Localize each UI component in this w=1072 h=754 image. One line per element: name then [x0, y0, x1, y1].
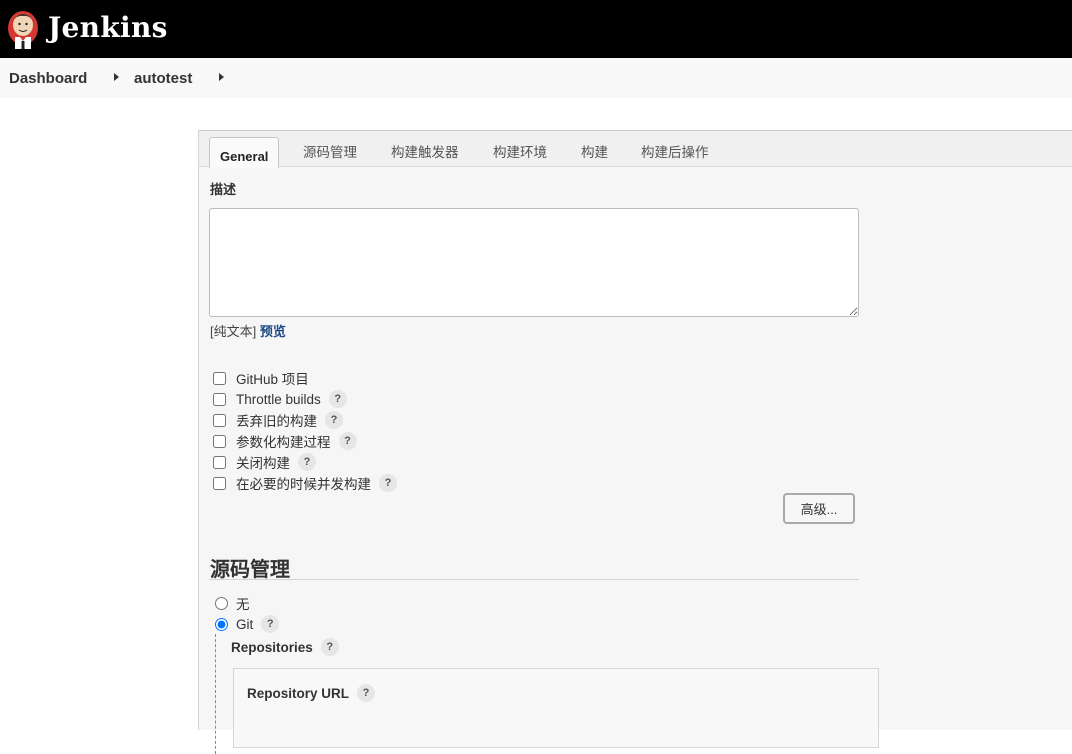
breadcrumb-autotest[interactable]: autotest	[134, 70, 192, 87]
jenkins-butler-icon[interactable]	[6, 8, 40, 50]
help-icon[interactable]: ?	[379, 474, 397, 492]
option-label: Throttle builds	[236, 391, 321, 407]
help-icon[interactable]: ?	[338, 432, 357, 450]
config-panel: General 源码管理 构建触发器 构建环境 构建 构建后操作 描述 [纯文本…	[198, 130, 1072, 754]
repositories-label-text: Repositories	[231, 639, 313, 655]
advanced-button[interactable]: 高级...	[783, 493, 855, 524]
plain-text-label: [纯文本]	[210, 324, 257, 339]
breadcrumb-chevron-icon[interactable]	[219, 73, 224, 81]
option-disable-build[interactable]: 关闭构建 ?	[213, 453, 316, 471]
option-github-project[interactable]: GitHub 项目	[213, 369, 309, 387]
option-label: GitHub 项目	[236, 372, 309, 387]
concurrent-builds-checkbox[interactable]	[213, 476, 226, 490]
help-icon[interactable]: ?	[320, 638, 339, 656]
description-label: 描述	[210, 182, 237, 197]
breadcrumb-dashboard[interactable]: Dashboard	[9, 70, 87, 87]
github-project-checkbox[interactable]	[213, 371, 226, 385]
option-parameterized-build[interactable]: 参数化构建过程 ?	[213, 432, 357, 450]
tab-post-build-actions[interactable]: 构建后操作	[641, 141, 709, 161]
config-tab-bar: General 源码管理 构建触发器 构建环境 构建 构建后操作	[199, 131, 1072, 168]
header-bar: Jenkins	[0, 0, 1072, 58]
breadcrumb: Dashboard autotest	[0, 58, 1072, 98]
section-divider	[209, 579, 859, 580]
repository-url-label: Repository URL ?	[247, 684, 376, 702]
option-label: 参数化构建过程	[236, 435, 331, 450]
option-discard-old-builds[interactable]: 丢弃旧的构建 ?	[213, 411, 343, 429]
option-label: 丢弃旧的构建	[236, 414, 317, 429]
parameterized-build-checkbox[interactable]	[213, 434, 226, 448]
description-textarea[interactable]	[209, 208, 859, 317]
repositories-label: Repositories ?	[231, 638, 339, 656]
scm-section-heading: 源码管理	[210, 559, 290, 581]
git-section-guide-line	[215, 634, 216, 754]
option-concurrent-builds[interactable]: 在必要的时候并发构建 ?	[213, 474, 397, 492]
tab-general[interactable]: General	[209, 137, 280, 168]
help-icon[interactable]: ?	[357, 684, 376, 702]
description-format-line: [纯文本] 预览	[210, 321, 286, 340]
scm-option-git[interactable]: Git ?	[215, 615, 280, 633]
scm-option-none[interactable]: 无	[215, 594, 250, 612]
throttle-builds-checkbox[interactable]	[213, 392, 226, 406]
repository-url-label-text: Repository URL	[247, 685, 350, 701]
tab-source-code-management[interactable]: 源码管理	[303, 141, 357, 161]
scm-git-radio[interactable]	[215, 617, 228, 631]
radio-label: 无	[236, 597, 250, 612]
help-icon[interactable]: ?	[325, 411, 343, 429]
option-label: 关闭构建	[236, 456, 290, 471]
option-label: 在必要的时候并发构建	[236, 477, 371, 492]
disable-build-checkbox[interactable]	[213, 455, 226, 469]
help-icon[interactable]: ?	[298, 453, 316, 471]
tab-build-environment[interactable]: 构建环境	[493, 141, 547, 161]
scm-none-radio[interactable]	[215, 596, 228, 610]
tab-build-triggers[interactable]: 构建触发器	[391, 141, 459, 161]
help-icon[interactable]: ?	[261, 615, 280, 633]
repository-box: Repository URL ?	[233, 668, 879, 748]
help-icon[interactable]: ?	[328, 390, 347, 408]
preview-link[interactable]: 预览	[260, 324, 286, 339]
radio-label: Git	[236, 616, 254, 632]
tab-build[interactable]: 构建	[581, 141, 608, 161]
option-throttle-builds[interactable]: Throttle builds ?	[213, 390, 347, 408]
app-title[interactable]: Jenkins	[48, 11, 168, 44]
discard-old-builds-checkbox[interactable]	[213, 413, 226, 427]
breadcrumb-chevron-icon[interactable]	[114, 73, 119, 81]
